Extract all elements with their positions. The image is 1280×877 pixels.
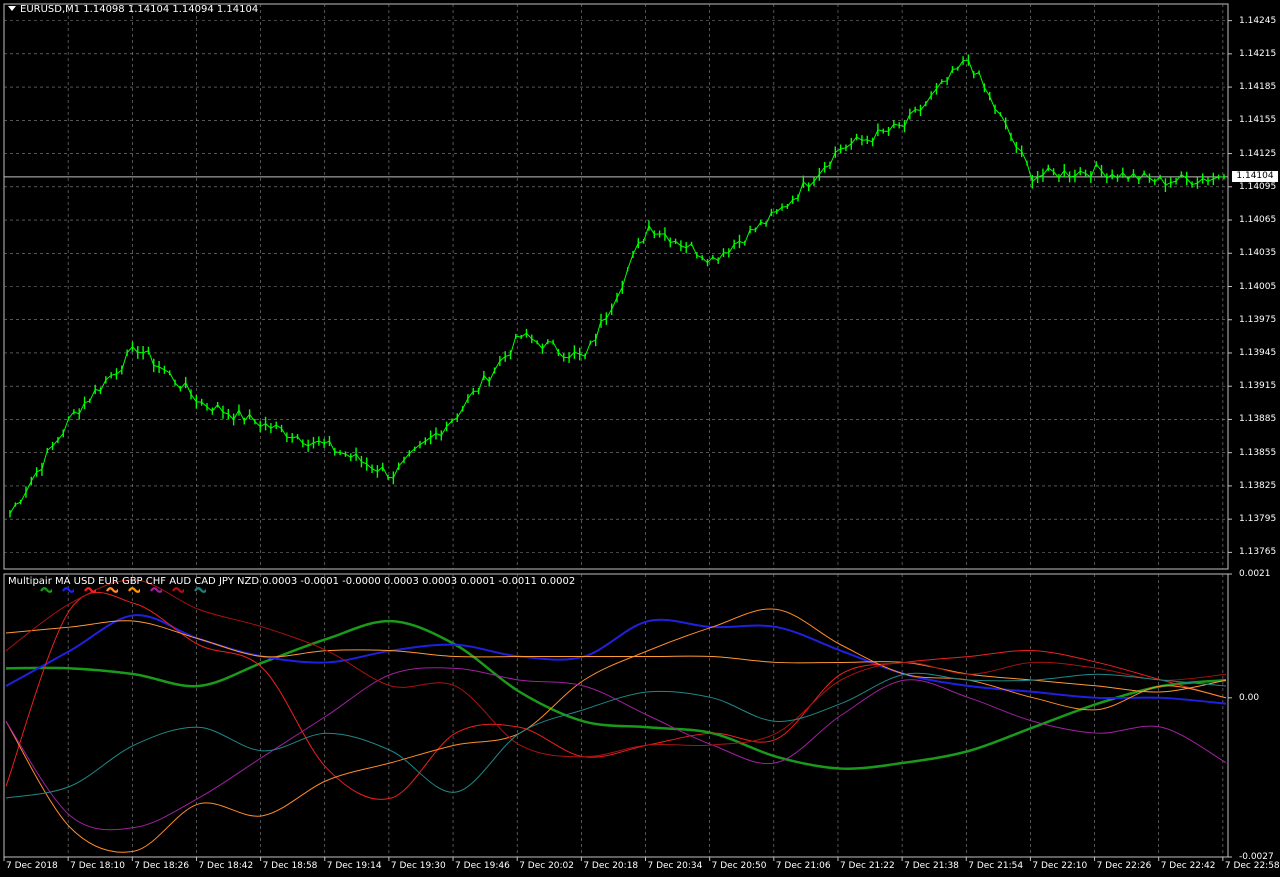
price-tick-label: 1.14065: [1239, 215, 1277, 226]
legend-swatch-icon: [62, 587, 74, 593]
legend-swatch-icon: [40, 587, 52, 593]
time-tick-label: 7 Dec 22:42: [1160, 861, 1216, 871]
indicator-series-chf: [5, 608, 1227, 853]
price-tick-label: 1.13975: [1239, 314, 1277, 325]
time-tick-label: 7 Dec 21:54: [968, 861, 1024, 871]
legend-swatch-icon: [172, 587, 184, 593]
price-tick-label: 1.13825: [1239, 480, 1277, 491]
legend-swatch-icon: [84, 587, 96, 593]
price-tick-label: 1.14215: [1239, 48, 1277, 59]
price-line: [9, 59, 1225, 514]
indicator-series-gbp: [5, 591, 1227, 800]
time-tick-label: 7 Dec 20:02: [519, 861, 575, 871]
time-tick-label: 7 Dec 21:06: [775, 861, 831, 871]
time-tick-label: 7 Dec 18:58: [262, 861, 318, 871]
time-tick-label: 7 Dec 22:58: [1224, 861, 1280, 871]
time-tick-label: 7 Dec 20:50: [711, 861, 767, 871]
time-tick-label: 7 Dec 21:38: [904, 861, 959, 871]
indicator-series-aud: [5, 620, 1227, 693]
indicator-series-jpy: [5, 579, 1227, 758]
time-tick-label: 7 Dec 20:34: [647, 861, 703, 871]
time-tick-label: 7 Dec 18:26: [134, 861, 190, 871]
dropdown-triangle-icon[interactable]: [8, 6, 16, 11]
symbol-header[interactable]: EURUSD,M1 1.14098 1.14104 1.14094 1.1410…: [6, 4, 258, 16]
time-tick-label: 7 Dec 22:26: [1096, 861, 1152, 871]
price-tick-label: 1.14245: [1239, 15, 1277, 26]
price-tick-label: 1.13795: [1239, 514, 1277, 525]
price-tick-label: 1.14155: [1239, 115, 1277, 126]
legend-swatch-icon: [106, 587, 118, 593]
indicator-pane-border: [3, 573, 1229, 858]
price-tick-label: 1.14185: [1239, 82, 1277, 93]
price-bars: [9, 54, 1225, 518]
price-tick-label: 1.14125: [1239, 148, 1277, 159]
legend-swatch-icon: [128, 587, 140, 593]
time-tick-label: 7 Dec 20:18: [583, 861, 639, 871]
time-tick-label: 7 Dec 19:30: [390, 861, 446, 871]
indicator-tick-label: 0.0021: [1239, 569, 1271, 579]
price-tick-label: 1.14005: [1239, 281, 1277, 292]
time-tick-label: 7 Dec 18:10: [70, 861, 125, 871]
time-tick-label: 7 Dec 21:22: [839, 861, 895, 871]
legend-swatch-icon: [150, 587, 162, 593]
time-tick-label: 7 Dec 22:10: [1032, 861, 1088, 871]
legend-swatch-icon: [194, 587, 206, 593]
time-tick-label: 7 Dec 2018: [6, 861, 58, 871]
price-tick-label: 1.13855: [1239, 447, 1277, 458]
time-tick-label: 7 Dec 19:14: [326, 861, 382, 871]
price-tick-label: 1.14095: [1239, 181, 1277, 192]
price-tick-label: 1.14035: [1239, 248, 1277, 259]
indicator-series-usd: [5, 619, 1227, 770]
indicator-series-eur: [5, 614, 1227, 705]
price-tick-label: 1.13885: [1239, 414, 1277, 425]
chart-canvas[interactable]: [0, 0, 1280, 877]
price-tick-label: 1.13945: [1239, 347, 1277, 358]
indicator-tick-label: 0.00: [1239, 692, 1260, 703]
current-price-tag: 1.14104: [1232, 170, 1278, 182]
price-tick-label: 1.13915: [1239, 381, 1277, 392]
symbol-header-text: EURUSD,M1 1.14098 1.14104 1.14094 1.1410…: [20, 4, 259, 15]
price-tick-label: 1.13765: [1239, 547, 1277, 558]
time-tick-label: 7 Dec 19:46: [455, 861, 510, 871]
time-tick-label: 7 Dec 18:42: [198, 861, 254, 871]
